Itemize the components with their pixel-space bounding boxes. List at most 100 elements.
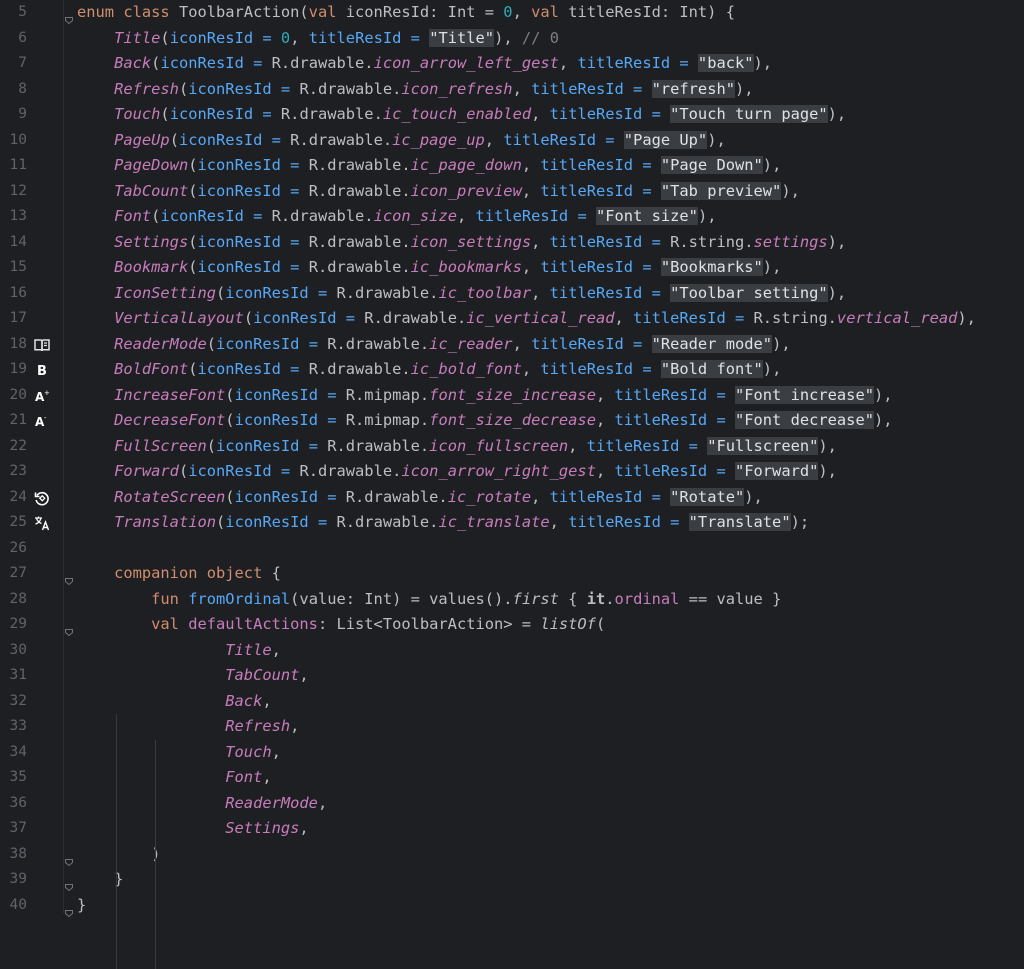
code-text[interactable]: Back(iconResId = R.drawable.icon_arrow_l… [77,51,772,77]
code-text[interactable]: Settings(iconResId = R.drawable.icon_set… [77,230,846,256]
line-number[interactable]: 28 [0,587,27,613]
line-number[interactable]: 5 [0,0,27,26]
fold-marker-icon[interactable] [64,850,74,860]
line-number[interactable]: 31 [0,663,27,689]
code-text[interactable]: Back, [77,689,272,715]
code-line[interactable]: 29 val defaultActions: List<ToolbarActio… [0,612,1024,638]
code-line[interactable]: 14 Settings(iconResId = R.drawable.icon_… [0,230,1024,256]
code-line[interactable]: 19B BoldFont(iconResId = R.drawable.ic_b… [0,357,1024,383]
code-line[interactable]: 7 Back(iconResId = R.drawable.icon_arrow… [0,51,1024,77]
code-line[interactable]: 23 Forward(iconResId = R.drawable.icon_a… [0,459,1024,485]
line-number[interactable]: 12 [0,179,27,205]
code-line[interactable]: 33 Refresh, [0,714,1024,740]
code-text[interactable]: fun fromOrdinal(value: Int) = values().f… [77,587,781,613]
code-line[interactable]: 17 VerticalLayout(iconResId = R.drawable… [0,306,1024,332]
code-text[interactable]: Refresh, [77,714,299,740]
book-icon[interactable] [33,336,51,354]
code-line[interactable]: 34 Touch, [0,740,1024,766]
line-number[interactable]: 37 [0,816,27,842]
line-number[interactable]: 39 [0,867,27,893]
code-text[interactable]: IncreaseFont(iconResId = R.mipmap.font_s… [77,383,893,409]
code-text[interactable]: } [77,893,86,919]
code-line[interactable]: 25 Translation(iconResId = R.drawable.ic… [0,510,1024,536]
fold-marker-icon[interactable] [64,901,74,911]
line-number[interactable]: 24 [0,485,27,511]
line-number[interactable]: 13 [0,204,27,230]
line-number[interactable]: 11 [0,153,27,179]
code-line[interactable]: 6 Title(iconResId = 0, titleResId = "Tit… [0,26,1024,52]
font-increase-icon[interactable]: A+ [33,387,51,405]
code-text[interactable]: PageDown(iconResId = R.drawable.ic_page_… [77,153,781,179]
code-text[interactable]: RotateScreen(iconResId = R.drawable.ic_r… [77,485,763,511]
code-text[interactable]: Font, [77,765,272,791]
line-number[interactable]: 30 [0,638,27,664]
line-number[interactable]: 23 [0,459,27,485]
fold-marker-icon[interactable] [64,8,74,18]
code-line[interactable]: 32 Back, [0,689,1024,715]
line-number[interactable]: 21 [0,408,27,434]
line-number[interactable]: 29 [0,612,27,638]
code-line[interactable]: 39 } [0,867,1024,893]
code-text[interactable]: FullScreen(iconResId = R.drawable.icon_f… [77,434,837,460]
code-text[interactable]: ReaderMode(iconResId = R.drawable.ic_rea… [77,332,791,358]
line-number[interactable]: 10 [0,128,27,154]
code-line[interactable]: 13 Font(iconResId = R.drawable.icon_size… [0,204,1024,230]
code-text[interactable]: Settings, [77,816,309,842]
code-text[interactable]: DecreaseFont(iconResId = R.mipmap.font_s… [77,408,893,434]
code-line[interactable]: 28 fun fromOrdinal(value: Int) = values(… [0,587,1024,613]
line-number[interactable]: 14 [0,230,27,256]
code-editor[interactable]: 5 enum class ToolbarAction(val iconResId:… [0,0,1024,913]
code-line[interactable]: 21 A- DecreaseFont(iconResId = R.mipmap.f… [0,408,1024,434]
code-text[interactable]: ReaderMode, [77,791,327,817]
code-line[interactable]: 9 Touch(iconResId = R.drawable.ic_touch_… [0,102,1024,128]
code-text[interactable]: TabCount, [77,663,309,689]
code-text[interactable]: enum class ToolbarAction(val iconResId: … [77,0,735,26]
line-number[interactable]: 26 [0,536,27,562]
code-text[interactable]: IconSetting(iconResId = R.drawable.ic_to… [77,281,846,307]
line-number[interactable]: 25 [0,510,27,536]
code-line[interactable]: 35 Font, [0,765,1024,791]
line-number[interactable]: 15 [0,255,27,281]
code-text[interactable]: Title(iconResId = 0, titleResId = "Title… [77,26,559,52]
line-number[interactable]: 17 [0,306,27,332]
code-text[interactable]: PageUp(iconResId = R.drawable.ic_page_up… [77,128,726,154]
line-number[interactable]: 16 [0,281,27,307]
code-line[interactable]: 8 Refresh(iconResId = R.drawable.icon_re… [0,77,1024,103]
code-line[interactable]: 18 ReaderMode(iconResId = R.drawable.ic_… [0,332,1024,358]
code-text[interactable]: Refresh(iconResId = R.drawable.icon_refr… [77,77,754,103]
fold-marker-icon[interactable] [64,875,74,885]
code-text[interactable]: BoldFont(iconResId = R.drawable.ic_bold_… [77,357,781,383]
code-line[interactable]: 11 PageDown(iconResId = R.drawable.ic_pa… [0,153,1024,179]
code-line[interactable]: 40} [0,893,1024,919]
line-number[interactable]: 8 [0,77,27,103]
code-text[interactable]: Touch(iconResId = R.drawable.ic_touch_en… [77,102,846,128]
line-number[interactable]: 35 [0,765,27,791]
code-line[interactable]: 10 PageUp(iconResId = R.drawable.ic_page… [0,128,1024,154]
line-number[interactable]: 33 [0,714,27,740]
line-number[interactable]: 7 [0,51,27,77]
fold-marker-icon[interactable] [64,620,74,630]
code-line[interactable]: 24 RotateScreen(iconResId = R.drawable.i… [0,485,1024,511]
bold-icon[interactable]: B [33,361,51,379]
code-text[interactable]: Forward(iconResId = R.drawable.icon_arro… [77,459,837,485]
line-number[interactable]: 20 [0,383,27,409]
line-number[interactable]: 40 [0,893,27,919]
rotate-icon[interactable] [33,489,51,507]
code-line[interactable]: 30 Title, [0,638,1024,664]
line-number[interactable]: 27 [0,561,27,587]
code-line[interactable]: 27 companion object { [0,561,1024,587]
line-number[interactable]: 18 [0,332,27,358]
font-decrease-icon[interactable]: A- [33,412,51,430]
code-line[interactable]: 26 [0,536,1024,562]
fold-marker-icon[interactable] [64,569,74,579]
code-text[interactable]: Touch, [77,740,281,766]
line-number[interactable]: 36 [0,791,27,817]
translate-icon[interactable] [33,514,51,532]
code-line[interactable]: 16 IconSetting(iconResId = R.drawable.ic… [0,281,1024,307]
code-line[interactable]: 31 TabCount, [0,663,1024,689]
code-line[interactable]: 38 ) [0,842,1024,868]
code-line[interactable]: 5 enum class ToolbarAction(val iconResId:… [0,0,1024,26]
line-number[interactable]: 6 [0,26,27,52]
code-text[interactable]: TabCount(iconResId = R.drawable.icon_pre… [77,179,800,205]
code-line[interactable]: 37 Settings, [0,816,1024,842]
